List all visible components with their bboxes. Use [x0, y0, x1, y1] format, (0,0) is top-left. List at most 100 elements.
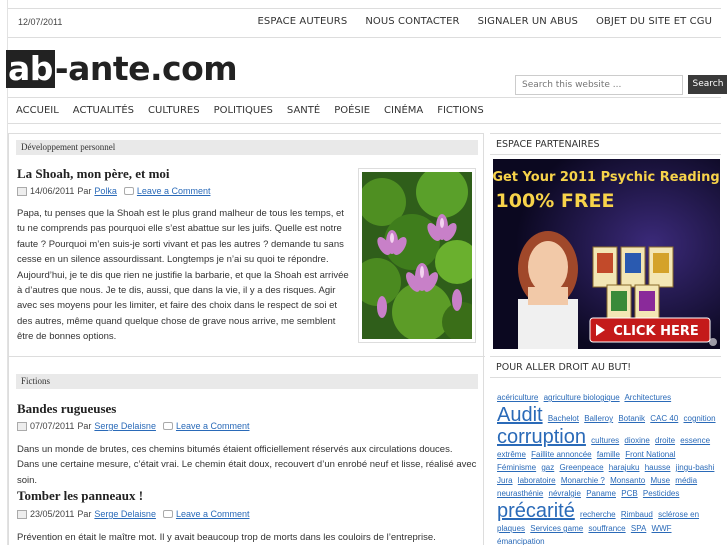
tag-link[interactable]: WWF	[652, 524, 672, 533]
post-title[interactable]: Bandes rugueuses	[17, 401, 116, 417]
tag-link[interactable]: PCB	[621, 489, 637, 498]
sidebar: ESPACE PARTENAIRES Get Your 2011 Psychic…	[490, 133, 721, 545]
tag-link[interactable]: droite	[655, 436, 675, 445]
calendar-icon	[17, 186, 27, 196]
top-nav-signaler-abus[interactable]: SIGNALER UN ABUS	[469, 16, 587, 27]
ad-headline-2: 100% FREE	[496, 190, 615, 212]
ad-graphic: Get Your 2011 Psychic Reading 100% FREE …	[493, 159, 720, 349]
tag-link[interactable]: harajuku	[609, 463, 640, 472]
tag-link[interactable]: sclérose en	[658, 510, 699, 519]
tag-link[interactable]: névralgie	[549, 489, 581, 498]
post-title[interactable]: Tomber les panneaux !	[17, 488, 143, 504]
tag-cloud: acériculture agriculture biologique Arch…	[497, 391, 719, 545]
post-excerpt: Papa, tu penses que la Shoah est le plus…	[17, 208, 349, 343]
post-by: Par	[77, 421, 92, 431]
page-wrapper: 12/07/2011 ESPACE AUTEURS NOUS CONTACTER…	[6, 0, 727, 545]
tag-link[interactable]: précarité	[497, 500, 575, 522]
tag-link[interactable]: extrême	[497, 450, 526, 459]
logo-text: -ante.com	[54, 49, 238, 88]
nav-poesie[interactable]: POÉSIE	[327, 105, 377, 116]
tag-link[interactable]: Front National	[625, 450, 675, 459]
tag-link[interactable]: média	[675, 476, 697, 485]
nav-politiques[interactable]: POLITIQUES	[207, 105, 280, 116]
ad-headline-1: Get Your 2011 Psychic Reading	[493, 170, 720, 185]
tag-link[interactable]: émancipation	[497, 537, 545, 545]
nav-cinema[interactable]: CINÉMA	[377, 105, 430, 116]
tag-link[interactable]: agriculture biologique	[544, 393, 620, 402]
tag-link[interactable]: Audit	[497, 404, 543, 426]
post-by: Par	[77, 509, 92, 519]
post-thumbnail[interactable]	[358, 168, 476, 343]
post-author-link[interactable]: Serge Delaisne	[94, 509, 156, 519]
tag-link[interactable]: laboratoire	[518, 476, 556, 485]
top-nav-nous-contacter[interactable]: NOUS CONTACTER	[356, 16, 468, 27]
nav-actualites[interactable]: ACTUALITÉS	[66, 105, 141, 116]
search-input[interactable]	[515, 75, 683, 95]
tag-link[interactable]: Féminisme	[497, 463, 536, 472]
tag-link[interactable]: dioxine	[624, 436, 649, 445]
current-date: 12/07/2011	[18, 17, 63, 27]
leave-comment-link[interactable]: Leave a Comment	[137, 186, 211, 196]
post-date: 23/05/2011	[30, 509, 75, 519]
ad-click-label: CLICK HERE	[613, 324, 698, 339]
post-separator	[9, 356, 485, 357]
tag-link[interactable]: Jura	[497, 476, 513, 485]
tag-link[interactable]: CAC 40	[650, 414, 678, 423]
leave-comment-link[interactable]: Leave a Comment	[176, 509, 250, 519]
post-author-link[interactable]: Serge Delaisne	[94, 421, 156, 431]
tag-link[interactable]: cultures	[591, 436, 619, 445]
top-nav-espace-auteurs[interactable]: ESPACE AUTEURS	[249, 16, 357, 27]
tag-link[interactable]: souffrance	[588, 524, 625, 533]
main-content: Développement personnel La Shoah, mon pè…	[8, 133, 485, 545]
post-title[interactable]: La Shoah, mon père, et moi	[17, 166, 170, 182]
tag-link[interactable]: Faillite annoncée	[531, 450, 591, 459]
ad-info-icon[interactable]	[709, 338, 717, 346]
comment-icon	[123, 187, 134, 195]
calendar-icon	[17, 421, 27, 431]
tag-link[interactable]: acériculture	[497, 393, 538, 402]
leave-comment-link[interactable]: Leave a Comment	[176, 421, 250, 431]
tag-link[interactable]: Paname	[586, 489, 616, 498]
logo-box: ab	[6, 49, 55, 88]
tag-link[interactable]: plaques	[497, 524, 525, 533]
top-bar: 12/07/2011 ESPACE AUTEURS NOUS CONTACTER…	[8, 8, 721, 38]
tag-link[interactable]: Architectures	[624, 393, 671, 402]
tag-link[interactable]: Bachelot	[548, 414, 579, 423]
site-logo[interactable]: ab-ante.com	[6, 49, 238, 88]
tag-link[interactable]: essence	[680, 436, 710, 445]
tags-heading: POUR ALLER DROIT AU BUT!	[490, 356, 721, 378]
nav-cultures[interactable]: CULTURES	[141, 105, 207, 116]
tag-link[interactable]: Services game	[530, 524, 583, 533]
post-excerpt: Prévention en était le maître mot. Il y …	[17, 532, 436, 543]
comment-icon	[162, 422, 173, 430]
tag-link[interactable]: neurasthénie	[497, 489, 543, 498]
top-nav-objet-cgu[interactable]: OBJET DU SITE ET CGU	[587, 16, 721, 27]
tag-link[interactable]: Greenpeace	[560, 463, 604, 472]
post-meta: 07/07/2011 Par Serge Delaisne Leave a Co…	[17, 421, 250, 431]
main-nav: ACCUEIL ACTUALITÉS CULTURES POLITIQUES S…	[8, 97, 721, 124]
tag-link[interactable]: SPA	[631, 524, 646, 533]
post-date: 14/06/2011	[30, 186, 75, 196]
tag-link[interactable]: Muse	[650, 476, 670, 485]
tag-link[interactable]: recherche	[580, 510, 616, 519]
tag-link[interactable]: jingu-bashi	[676, 463, 715, 472]
tag-link[interactable]: cognition	[684, 414, 716, 423]
search-button[interactable]: Search	[688, 75, 727, 94]
post-author-link[interactable]: Polka	[94, 186, 117, 196]
psychic-ad-banner[interactable]: Get Your 2011 Psychic Reading 100% FREE …	[493, 159, 720, 349]
tag-link[interactable]: Balleroy	[584, 414, 613, 423]
tag-link[interactable]: famille	[597, 450, 620, 459]
tag-link[interactable]: Rimbaud	[621, 510, 653, 519]
tag-link[interactable]: gaz	[541, 463, 554, 472]
tag-link[interactable]: corruption	[497, 426, 586, 448]
nav-sante[interactable]: SANTÉ	[280, 105, 327, 116]
tag-link[interactable]: Monarchie ?	[561, 476, 605, 485]
nav-fictions[interactable]: FICTIONS	[430, 105, 490, 116]
tag-link[interactable]: Pesticides	[643, 489, 679, 498]
tag-link[interactable]: Monsanto	[610, 476, 645, 485]
tag-link[interactable]: hausse	[645, 463, 671, 472]
top-nav: ESPACE AUTEURS NOUS CONTACTER SIGNALER U…	[249, 16, 722, 27]
category-bar: Fictions	[16, 374, 478, 389]
tag-link[interactable]: Botanik	[618, 414, 645, 423]
nav-accueil[interactable]: ACCUEIL	[9, 105, 66, 116]
